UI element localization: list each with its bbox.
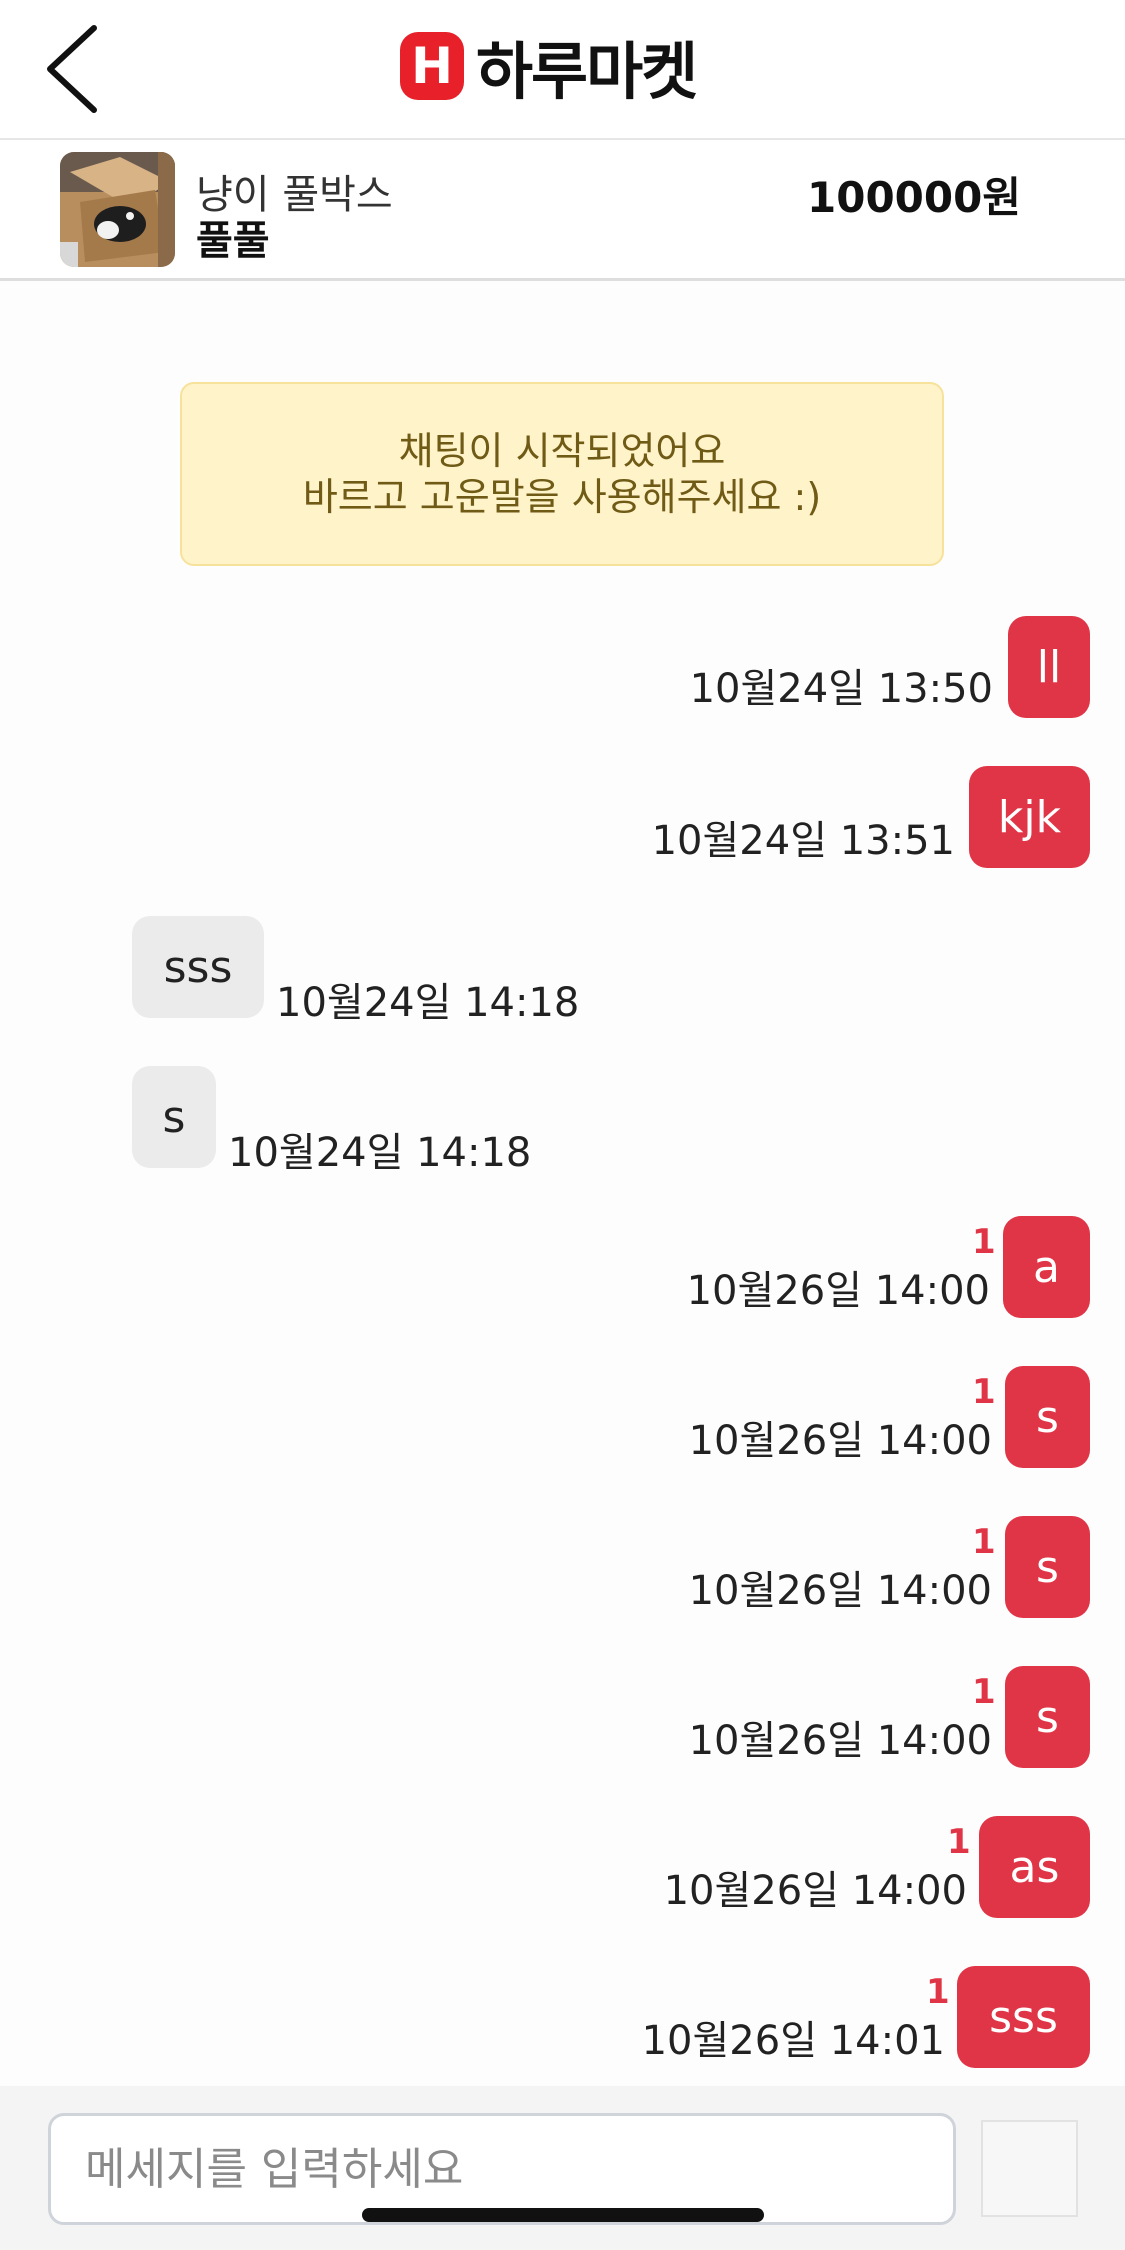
incoming-message-bubble[interactable]: s: [132, 1066, 216, 1168]
outgoing-message-bubble[interactable]: s: [1005, 1516, 1090, 1618]
message-timestamp: 10월26일 14:00: [688, 1418, 992, 1464]
product-price: 100000원: [807, 173, 1021, 222]
notice-line-1: 채팅이 시작되었어요: [398, 429, 726, 473]
message-timestamp: 10월26일 14:00: [686, 1268, 990, 1314]
send-button[interactable]: [981, 2120, 1078, 2217]
home-indicator: [362, 2208, 764, 2222]
outgoing-message-bubble[interactable]: as: [979, 1816, 1090, 1918]
back-button[interactable]: [36, 22, 116, 116]
outgoing-message-bubble[interactable]: sss: [957, 1966, 1090, 2068]
message-timestamp: 10월24일 13:51: [651, 818, 955, 864]
incoming-message-bubble[interactable]: sss: [132, 916, 264, 1018]
seller-name: 풀풀: [196, 218, 270, 264]
unread-count: 1: [926, 1972, 950, 2012]
outgoing-message-bubble[interactable]: s: [1005, 1366, 1090, 1468]
message-timestamp: 10월26일 14:00: [663, 1868, 967, 1914]
product-photo: [60, 152, 175, 267]
message-timestamp: 10월24일 14:18: [228, 1130, 532, 1176]
app-logo: H 하루마켓: [400, 28, 698, 108]
logo-text: 하루마켓: [476, 35, 698, 108]
message-timestamp: 10월26일 14:01: [641, 2018, 945, 2064]
message-timestamp: 10월26일 14:00: [688, 1718, 992, 1764]
outgoing-message-bubble[interactable]: ll: [1008, 616, 1090, 718]
unread-count: 1: [972, 1222, 996, 1262]
chat-start-notice: 채팅이 시작되었어요 바르고 고운말을 사용해주세요 :): [180, 382, 944, 566]
notice-line-2: 바르고 고운말을 사용해주세요 :): [302, 475, 822, 519]
message-timestamp: 10월26일 14:00: [688, 1568, 992, 1614]
app-header: H 하루마켓: [0, 0, 1125, 140]
message-input-bar: [0, 2086, 1125, 2250]
unread-count: 1: [972, 1672, 996, 1712]
outgoing-message-bubble[interactable]: a: [1003, 1216, 1090, 1318]
unread-count: 1: [972, 1372, 996, 1412]
product-thumbnail[interactable]: [60, 152, 175, 267]
unread-count: 1: [972, 1522, 996, 1562]
unread-count: 1: [947, 1822, 971, 1862]
message-timestamp: 10월24일 13:50: [689, 666, 993, 712]
product-info-bar[interactable]: 냥이 풀박스 풀풀 100000원: [0, 140, 1125, 281]
logo-mark-letter: H: [411, 37, 453, 95]
logo-mark: H: [400, 32, 464, 100]
outgoing-message-bubble[interactable]: kjk: [969, 766, 1090, 868]
outgoing-message-bubble[interactable]: s: [1005, 1666, 1090, 1768]
chat-screen: H 하루마켓 냥이 풀박스 풀풀 100000원 채팅이 시작되었어요 바르고 …: [0, 0, 1125, 2250]
chevron-left-icon: [47, 25, 97, 113]
message-timestamp: 10월24일 14:18: [276, 980, 580, 1026]
